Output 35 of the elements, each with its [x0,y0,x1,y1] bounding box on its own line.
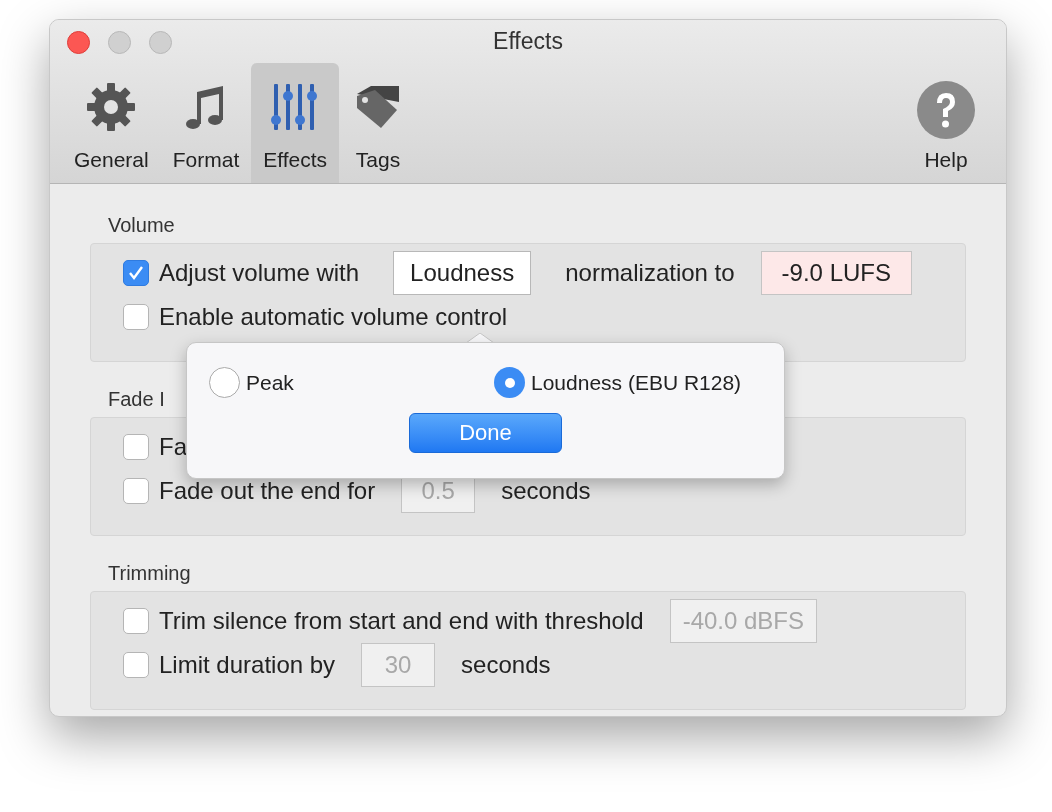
option-label: seconds [461,650,551,680]
radio-label: Loudness (EBU R128) [531,370,742,396]
group-title: Volume [108,213,175,238]
option-label: Enable automatic volume control [159,302,508,332]
toolbar-tab[interactable]: General [62,63,161,183]
value-field[interactable]: -9.0 LUFS [760,251,912,295]
minimize-button[interactable] [108,31,131,54]
option-label: Fa [159,432,187,462]
toolbar-tab[interactable]: Effects [251,63,340,183]
checkbox[interactable] [123,608,149,634]
radio-button[interactable] [209,367,240,399]
group-title: Trimming [108,561,191,586]
help-button[interactable]: Help [898,63,994,183]
toolbar-tab[interactable]: Tags [339,63,418,183]
checkbox[interactable] [123,652,149,678]
zoom-button[interactable] [149,31,172,54]
close-button[interactable] [67,31,90,54]
group-title: Fade I [108,387,165,412]
help-icon [916,79,976,140]
option-label: seconds [501,476,591,506]
option-label: Fade out the end for [159,476,376,506]
method-popup[interactable]: Loudness [393,251,532,295]
radio-button[interactable] [494,367,525,399]
checkbox[interactable] [123,434,149,460]
window-title: Effects [493,27,563,57]
option-label: Limit duration by [159,650,336,680]
option-label: normalization to [565,258,735,288]
check-icon [127,264,145,282]
checkbox[interactable] [123,478,149,504]
toolbar-tab[interactable]: Format [160,63,252,183]
option-label: Trim silence from start and end with threshold [159,606,644,636]
checkbox[interactable] [123,260,149,286]
checkbox[interactable] [123,304,149,330]
option-label: Adjust volume with [159,258,360,288]
radio-label: Peak [246,370,294,396]
